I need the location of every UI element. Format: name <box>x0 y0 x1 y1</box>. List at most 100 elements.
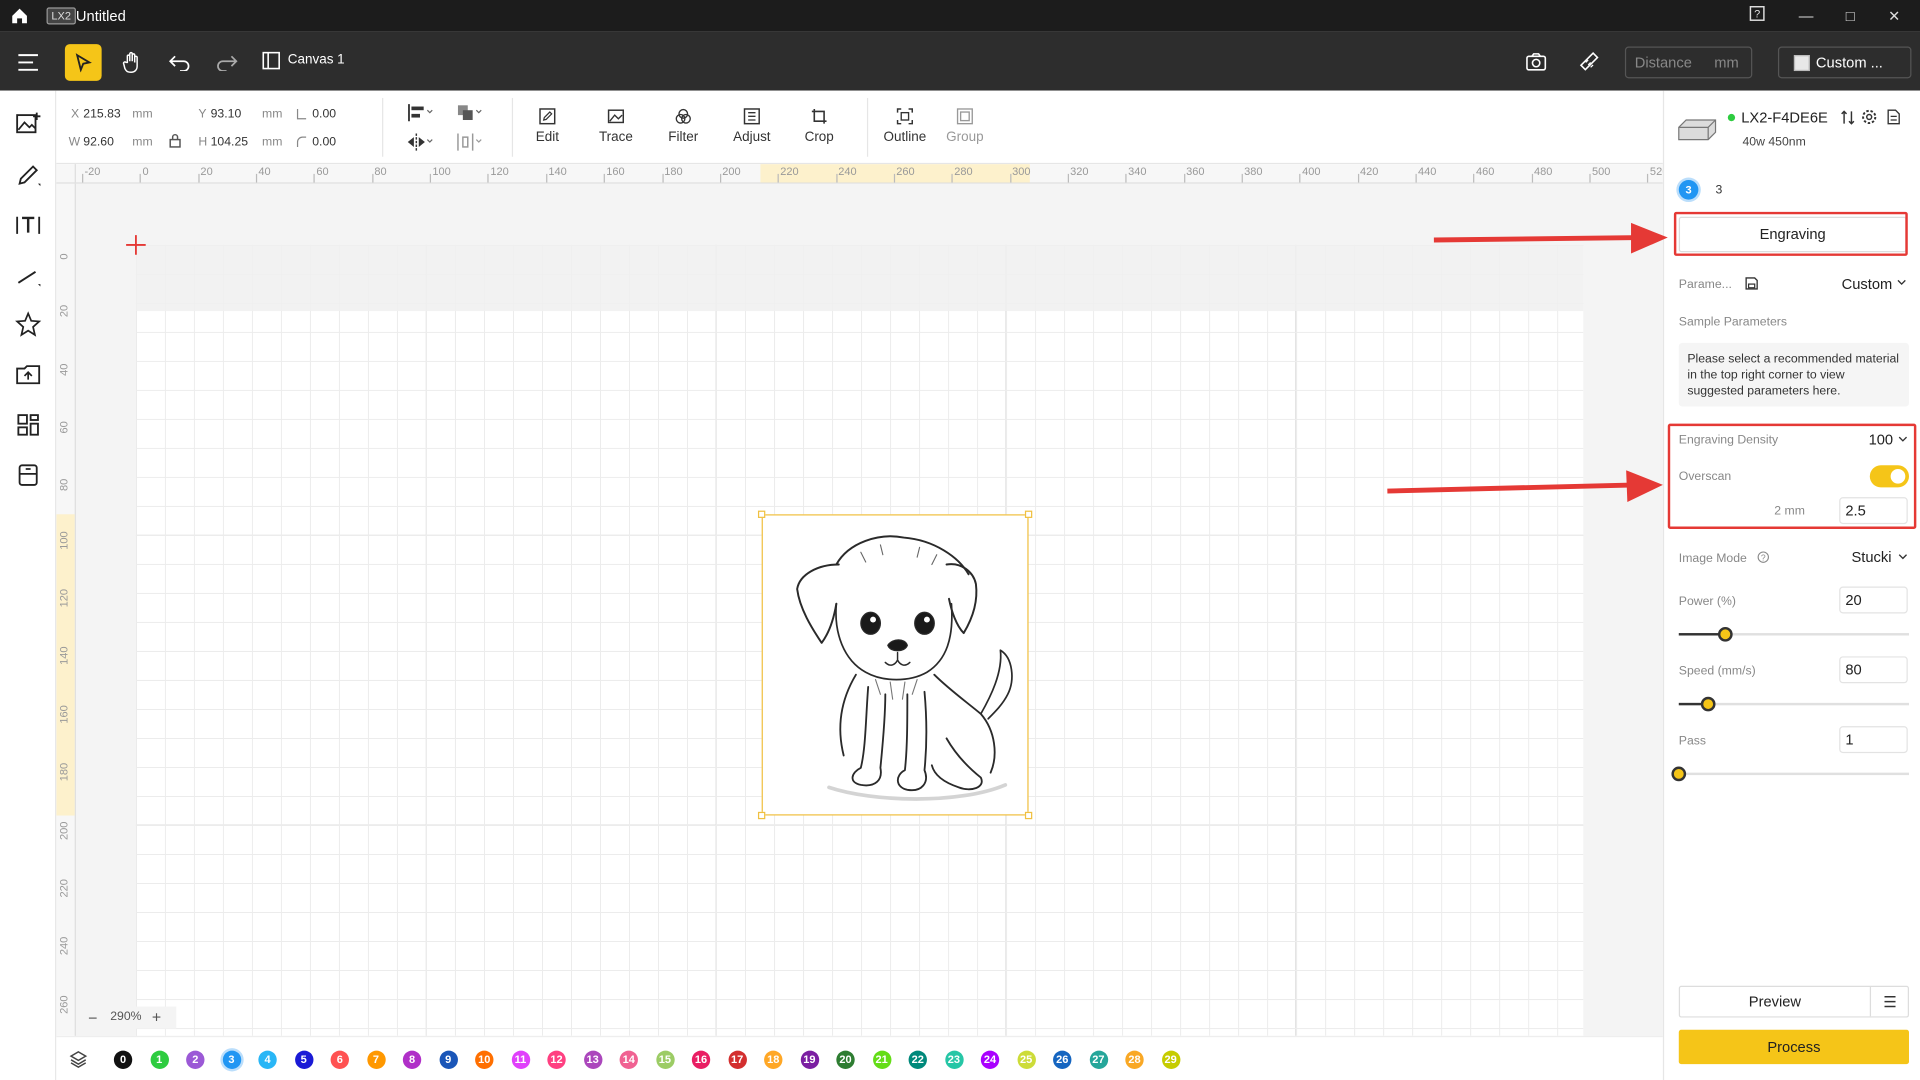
layer-color-22[interactable]: 22 <box>908 1050 927 1069</box>
align-icon[interactable] <box>407 103 434 123</box>
add-image-icon[interactable] <box>15 110 42 137</box>
layer-color-7[interactable]: 7 <box>366 1050 386 1069</box>
power-slider[interactable] <box>1678 626 1909 642</box>
zoom-in-button[interactable]: + <box>152 1008 161 1026</box>
pen-icon[interactable] <box>15 162 42 189</box>
lock-icon[interactable] <box>169 133 181 148</box>
pass-slider[interactable] <box>1671 766 1909 782</box>
distance-input[interactable]: Distance mm <box>1624 46 1753 79</box>
layer-color-25[interactable]: 25 <box>1016 1050 1036 1069</box>
help-icon[interactable]: ? <box>1746 5 1768 27</box>
device-icon[interactable] <box>15 462 42 489</box>
layer-color-11[interactable]: 11 <box>511 1050 530 1069</box>
import-icon[interactable] <box>15 361 42 388</box>
zoom-out-button[interactable]: − <box>88 1009 97 1027</box>
distribute-icon[interactable] <box>456 132 483 152</box>
canvas-tab[interactable]: Canvas 1 <box>288 53 345 68</box>
layer-color-0[interactable]: 0 <box>113 1050 133 1069</box>
parameters-select[interactable]: Custom <box>1842 276 1893 293</box>
preview-button[interactable]: Preview <box>1680 987 1870 1016</box>
resize-handle[interactable] <box>757 510 766 518</box>
edit-icon <box>539 108 556 125</box>
layer-color-23[interactable]: 23 <box>944 1050 964 1069</box>
resize-handle[interactable] <box>757 811 766 820</box>
settings-icon[interactable] <box>1861 109 1877 125</box>
layer-color-15[interactable]: 15 <box>655 1050 675 1069</box>
x-field[interactable]: 215.83 <box>83 108 120 121</box>
minimize-icon[interactable]: — <box>1795 5 1817 27</box>
layer-color-17[interactable]: 17 <box>727 1050 747 1069</box>
text-icon[interactable] <box>15 212 42 239</box>
image-mode-select[interactable]: Stucki <box>1851 549 1891 566</box>
layer-color-8[interactable]: 8 <box>402 1050 422 1069</box>
layer-color-9[interactable]: 9 <box>438 1050 458 1069</box>
w-field[interactable]: 92.60 <box>83 136 114 149</box>
flip-icon[interactable] <box>407 132 434 152</box>
resize-handle[interactable] <box>1024 811 1033 820</box>
trace-button[interactable]: Trace <box>585 108 646 144</box>
layer-color-20[interactable]: 20 <box>836 1050 855 1069</box>
layer-color-10[interactable]: 10 <box>475 1050 494 1069</box>
slider-knob[interactable] <box>1717 626 1733 642</box>
power-input[interactable]: 20 <box>1839 586 1908 614</box>
home-icon[interactable] <box>10 6 30 26</box>
help-circle-icon[interactable]: ? <box>1757 551 1769 563</box>
layer-color-13[interactable]: 13 <box>583 1050 602 1069</box>
close-icon[interactable]: ✕ <box>1883 5 1905 27</box>
layer-color-5[interactable]: 5 <box>294 1050 313 1069</box>
layer-color-19[interactable]: 19 <box>800 1050 819 1069</box>
layer-color-2[interactable]: 2 <box>186 1050 205 1069</box>
radius-field[interactable]: 0.00 <box>312 136 336 149</box>
layer-color-21[interactable]: 21 <box>872 1050 891 1069</box>
save-params-icon[interactable] <box>1745 277 1758 290</box>
angle-field[interactable]: 0.00 <box>312 108 336 121</box>
layer-color-3[interactable]: 3 <box>222 1050 241 1069</box>
layer-color-27[interactable]: 27 <box>1089 1050 1108 1069</box>
filter-button[interactable]: Filter <box>653 108 714 144</box>
shapes-icon[interactable] <box>15 311 42 338</box>
measure-icon[interactable] <box>1578 51 1599 72</box>
speed-slider[interactable] <box>1678 696 1909 712</box>
undo-button[interactable] <box>162 44 199 81</box>
layer-color-28[interactable]: 28 <box>1125 1050 1144 1069</box>
process-button[interactable]: Process <box>1678 1029 1909 1065</box>
design-canvas[interactable]: − 290% + <box>75 183 1663 1036</box>
adjust-button[interactable]: Adjust <box>721 108 782 144</box>
selected-image[interactable] <box>757 510 1033 820</box>
pass-input[interactable]: 1 <box>1839 726 1908 754</box>
layers-icon[interactable] <box>69 1049 89 1069</box>
edit-button[interactable]: Edit <box>517 108 578 144</box>
crop-button[interactable]: Crop <box>789 108 850 144</box>
select-tool-button[interactable] <box>64 44 102 81</box>
arrange-icon[interactable] <box>456 103 483 123</box>
resize-handle[interactable] <box>1024 510 1033 518</box>
camera-icon[interactable] <box>1526 53 1547 71</box>
layer-color-12[interactable]: 12 <box>547 1050 566 1069</box>
maximize-icon[interactable]: □ <box>1839 5 1861 27</box>
redo-button[interactable] <box>208 44 245 81</box>
layer-color-26[interactable]: 26 <box>1053 1050 1072 1069</box>
slider-knob[interactable] <box>1671 766 1687 782</box>
layer-color-14[interactable]: 14 <box>619 1050 638 1069</box>
layer-color-24[interactable]: 24 <box>980 1050 1000 1069</box>
outline-button[interactable]: Outline <box>874 108 935 144</box>
document-icon[interactable] <box>1887 109 1900 125</box>
h-field[interactable]: 104.25 <box>211 136 248 149</box>
menu-icon[interactable] <box>1883 996 1896 1008</box>
layer-color-6[interactable]: 6 <box>330 1050 349 1069</box>
group-button[interactable]: Group <box>934 108 995 144</box>
sort-icon[interactable] <box>1840 110 1855 125</box>
layer-color-4[interactable]: 4 <box>258 1050 277 1069</box>
slider-knob[interactable] <box>1701 696 1717 712</box>
menu-button[interactable] <box>10 44 47 81</box>
hand-tool-button[interactable] <box>114 44 151 81</box>
layer-color-18[interactable]: 18 <box>764 1050 783 1069</box>
y-field[interactable]: 93.10 <box>211 108 242 121</box>
layer-color-29[interactable]: 29 <box>1161 1050 1180 1069</box>
layer-color-1[interactable]: 1 <box>150 1050 169 1069</box>
layer-color-16[interactable]: 16 <box>691 1050 711 1069</box>
speed-input[interactable]: 80 <box>1839 656 1908 684</box>
layout-grid-icon[interactable] <box>15 411 42 438</box>
line-icon[interactable] <box>15 262 42 289</box>
material-button[interactable]: Custom ... <box>1777 46 1912 79</box>
